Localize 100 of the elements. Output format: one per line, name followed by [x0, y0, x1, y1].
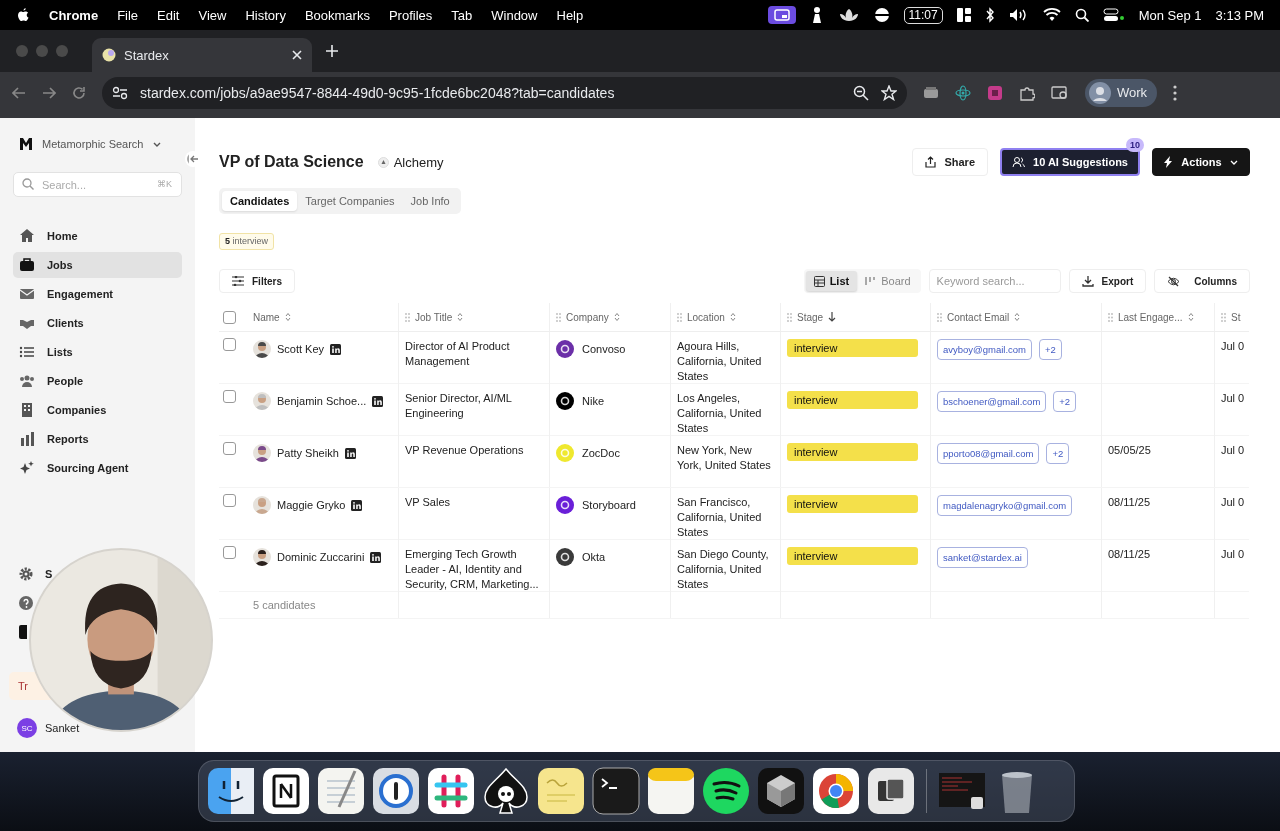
company-name[interactable]: ZocDoc	[582, 445, 620, 461]
column-header[interactable]: Contact Email	[947, 309, 1010, 325]
screen-share-icon[interactable]	[767, 6, 796, 24]
columns-button[interactable]: Columns	[1154, 269, 1250, 293]
candidate-name[interactable]: Dominic Zuccarini	[277, 549, 365, 565]
checkbox[interactable]	[223, 546, 236, 559]
sort-icon[interactable]	[613, 312, 620, 322]
checkbox[interactable]	[223, 390, 236, 403]
nav-item[interactable]: Lists	[13, 339, 182, 365]
client-name[interactable]: Alchemy	[393, 154, 444, 170]
drag-handle-icon[interactable]	[405, 312, 410, 322]
social-profile-icon[interactable]	[351, 499, 363, 511]
workspace-name[interactable]: Metamorphic Search	[42, 138, 144, 150]
wifi-icon[interactable]	[1042, 8, 1061, 22]
drag-handle-icon[interactable]	[556, 312, 561, 322]
window-pair-icon[interactable]	[867, 767, 915, 815]
social-profile-icon[interactable]	[330, 343, 342, 355]
menu-item[interactable]: Profiles	[388, 7, 433, 23]
menu-item[interactable]: Bookmarks	[304, 7, 370, 23]
sticky-note-icon[interactable]	[537, 767, 585, 815]
candidate-name[interactable]: Maggie Gryko	[277, 497, 346, 513]
puzzle-icon[interactable]	[1019, 84, 1035, 101]
tab[interactable]: Candidates	[222, 191, 298, 211]
nav-item[interactable]: Engagement	[13, 281, 182, 307]
sort-icon[interactable]	[729, 312, 736, 322]
nav-item[interactable]: Companies	[13, 397, 182, 423]
plus-icon[interactable]	[326, 45, 338, 57]
company-name[interactable]: Okta	[582, 549, 606, 565]
nav-item[interactable]: Sourcing Agent	[13, 455, 182, 481]
share-button[interactable]: Share	[912, 148, 988, 176]
lotus-icon[interactable]	[837, 7, 860, 23]
ai-suggestions-button[interactable]: 10 AI Suggestions	[1000, 148, 1140, 176]
zoom-icon[interactable]	[853, 84, 869, 101]
filters-button[interactable]: Filters	[219, 269, 295, 293]
drag-handle-icon[interactable]	[1108, 312, 1113, 322]
back-icon[interactable]	[12, 86, 26, 99]
column-header[interactable]: Stage	[797, 309, 824, 325]
stage-tag[interactable]: interview	[787, 547, 918, 565]
tab[interactable]: Job Info	[402, 191, 458, 211]
column-header[interactable]: Company	[566, 309, 609, 325]
profile-button[interactable]: Work	[1085, 78, 1158, 107]
control-center-icon[interactable]	[1102, 8, 1125, 22]
notebook-icon[interactable]	[262, 767, 310, 815]
address-bar[interactable]: stardex.com/jobs/a9ae9547-8844-49d0-9c95-1fcde6bc2048?tab=candidates	[102, 76, 907, 109]
clock-widget[interactable]: 11:07	[903, 6, 943, 24]
search-icon[interactable]	[1074, 8, 1089, 22]
more-emails-button[interactable]: +2	[1039, 339, 1062, 360]
stage-tag[interactable]: interview	[787, 495, 918, 513]
company-name[interactable]: Convoso	[582, 341, 626, 357]
stage-tag[interactable]: interview	[787, 391, 918, 409]
nav-item[interactable]: Jobs	[13, 252, 182, 278]
drag-handle-icon[interactable]	[1221, 312, 1226, 322]
more-emails-button[interactable]: +2	[1053, 391, 1077, 412]
sort-icon[interactable]	[457, 312, 464, 322]
site-settings-icon[interactable]	[112, 85, 128, 100]
view-tab[interactable]: Board	[857, 271, 919, 291]
export-button[interactable]: Export	[1068, 269, 1147, 293]
volume-icon[interactable]	[1008, 8, 1029, 22]
stage-tag[interactable]: interview	[787, 339, 918, 357]
column-header[interactable]: Name	[253, 309, 280, 325]
keyhole-icon[interactable]	[372, 767, 420, 815]
keyword-search-field[interactable]: Keyword search...	[928, 269, 1061, 293]
sort-icon[interactable]	[1187, 312, 1194, 322]
nav-item[interactable]: Home	[13, 223, 182, 249]
email-chip[interactable]: avyboy@gmail.com	[937, 339, 1033, 360]
atom-icon[interactable]	[955, 84, 971, 101]
email-chip[interactable]: magdalenagryko@gmail.com	[937, 495, 1073, 516]
column-header[interactable]: Job Title	[415, 309, 453, 325]
actions-button[interactable]: Actions	[1152, 148, 1250, 176]
checkbox[interactable]	[223, 338, 236, 351]
nav-item[interactable]: Reports	[13, 426, 182, 452]
browser-tab[interactable]: Stardex	[92, 38, 312, 72]
terminal-icon[interactable]	[592, 767, 640, 815]
extension-icon[interactable]	[923, 85, 939, 100]
more-emails-button[interactable]: +2	[1046, 443, 1070, 464]
candidate-name[interactable]: Patty Sheikh	[277, 445, 339, 461]
column-header[interactable]: Location	[687, 309, 725, 325]
social-profile-icon[interactable]	[372, 395, 384, 407]
stage-filter-chip[interactable]: 5 interview	[219, 233, 275, 250]
social-profile-icon[interactable]	[370, 551, 382, 563]
settings-label[interactable]: S	[45, 567, 53, 580]
menu-item[interactable]: History	[245, 7, 286, 23]
gear-icon[interactable]	[19, 566, 33, 581]
nav-item[interactable]: People	[13, 368, 182, 394]
reload-icon[interactable]	[72, 85, 86, 100]
candidate-name[interactable]: Scott Key	[277, 341, 325, 357]
skull-icon[interactable]	[482, 767, 530, 815]
close-icon[interactable]	[292, 50, 302, 60]
candidate-name[interactable]: Benjamin Schoe...	[277, 393, 367, 409]
column-header[interactable]: Last Engage...	[1118, 309, 1183, 325]
view-tab[interactable]: List	[805, 271, 858, 291]
help-icon[interactable]	[19, 595, 33, 610]
sound-wave-icon[interactable]	[702, 767, 750, 815]
notes-icon[interactable]	[647, 767, 695, 815]
email-chip[interactable]: sanket@stardex.ai	[937, 547, 1028, 568]
extension-icon[interactable]	[987, 84, 1003, 101]
checkbox[interactable]	[223, 442, 236, 455]
half-circle-icon[interactable]	[873, 7, 890, 23]
more-icon[interactable]	[1173, 84, 1178, 101]
forward-icon[interactable]	[42, 86, 56, 99]
